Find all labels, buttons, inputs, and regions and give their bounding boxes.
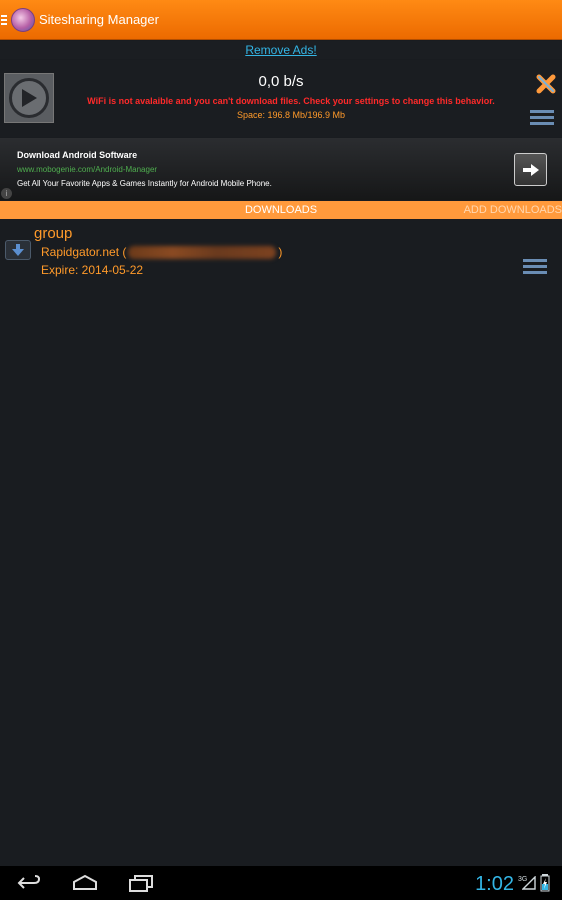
group-name: group <box>34 225 73 242</box>
battery-icon <box>540 874 550 892</box>
host-suffix: ) <box>278 245 283 259</box>
redacted-account <box>128 246 277 260</box>
navigation-bar: 1:02 <box>0 866 562 900</box>
ad-description: Get All Your Favorite Apps & Games Insta… <box>17 179 272 188</box>
host-name: Rapidgator.net ( <box>41 245 127 259</box>
item-menu-icon[interactable] <box>523 259 547 274</box>
status-panel: 0,0 b/s WiFi is not avalaible and you ca… <box>0 60 562 137</box>
remove-ads-bar: Remove Ads! <box>0 41 562 59</box>
action-bar: Sitesharing Manager <box>0 0 562 40</box>
network-type: 3G <box>518 876 528 883</box>
close-icon[interactable] <box>535 73 557 95</box>
ad-banner[interactable]: Download Android Software www.mobogenie.… <box>0 138 562 200</box>
tab-bar: DOWNLOADS ADD DOWNLOADS <box>0 201 562 219</box>
expire-date: Expire: 2014-05-22 <box>41 263 144 277</box>
ad-title: Download Android Software <box>17 150 138 160</box>
host-account: Rapidgator.net () <box>41 245 283 260</box>
ad-url: www.mobogenie.com/Android-Manager <box>17 165 158 174</box>
app-title: Sitesharing Manager <box>39 12 159 27</box>
recent-apps-icon[interactable] <box>128 874 154 897</box>
menu-icon[interactable] <box>530 110 554 125</box>
tab-add-downloads[interactable]: ADD DOWNLOADS <box>464 204 562 216</box>
back-icon[interactable] <box>16 874 42 897</box>
wifi-warning: WiFi is not avalaible and you can't down… <box>87 96 495 106</box>
storage-space: Space: 196.8 Mb/196.9 Mb <box>236 110 346 120</box>
arrow-right-icon <box>522 163 539 176</box>
ad-info-icon[interactable]: i <box>1 188 12 199</box>
drawer-icon[interactable] <box>1 0 10 40</box>
app-window: Sitesharing Manager Remove Ads! 0,0 b/s … <box>0 0 562 900</box>
remove-ads-link[interactable]: Remove Ads! <box>245 43 316 57</box>
clock: 1:02 <box>475 873 514 895</box>
download-speed: 0,0 b/s <box>258 73 304 90</box>
app-logo-icon[interactable] <box>11 7 35 32</box>
home-icon[interactable] <box>71 874 99 897</box>
download-arrow-icon[interactable] <box>5 240 31 260</box>
ad-arrow-button[interactable] <box>514 153 547 186</box>
